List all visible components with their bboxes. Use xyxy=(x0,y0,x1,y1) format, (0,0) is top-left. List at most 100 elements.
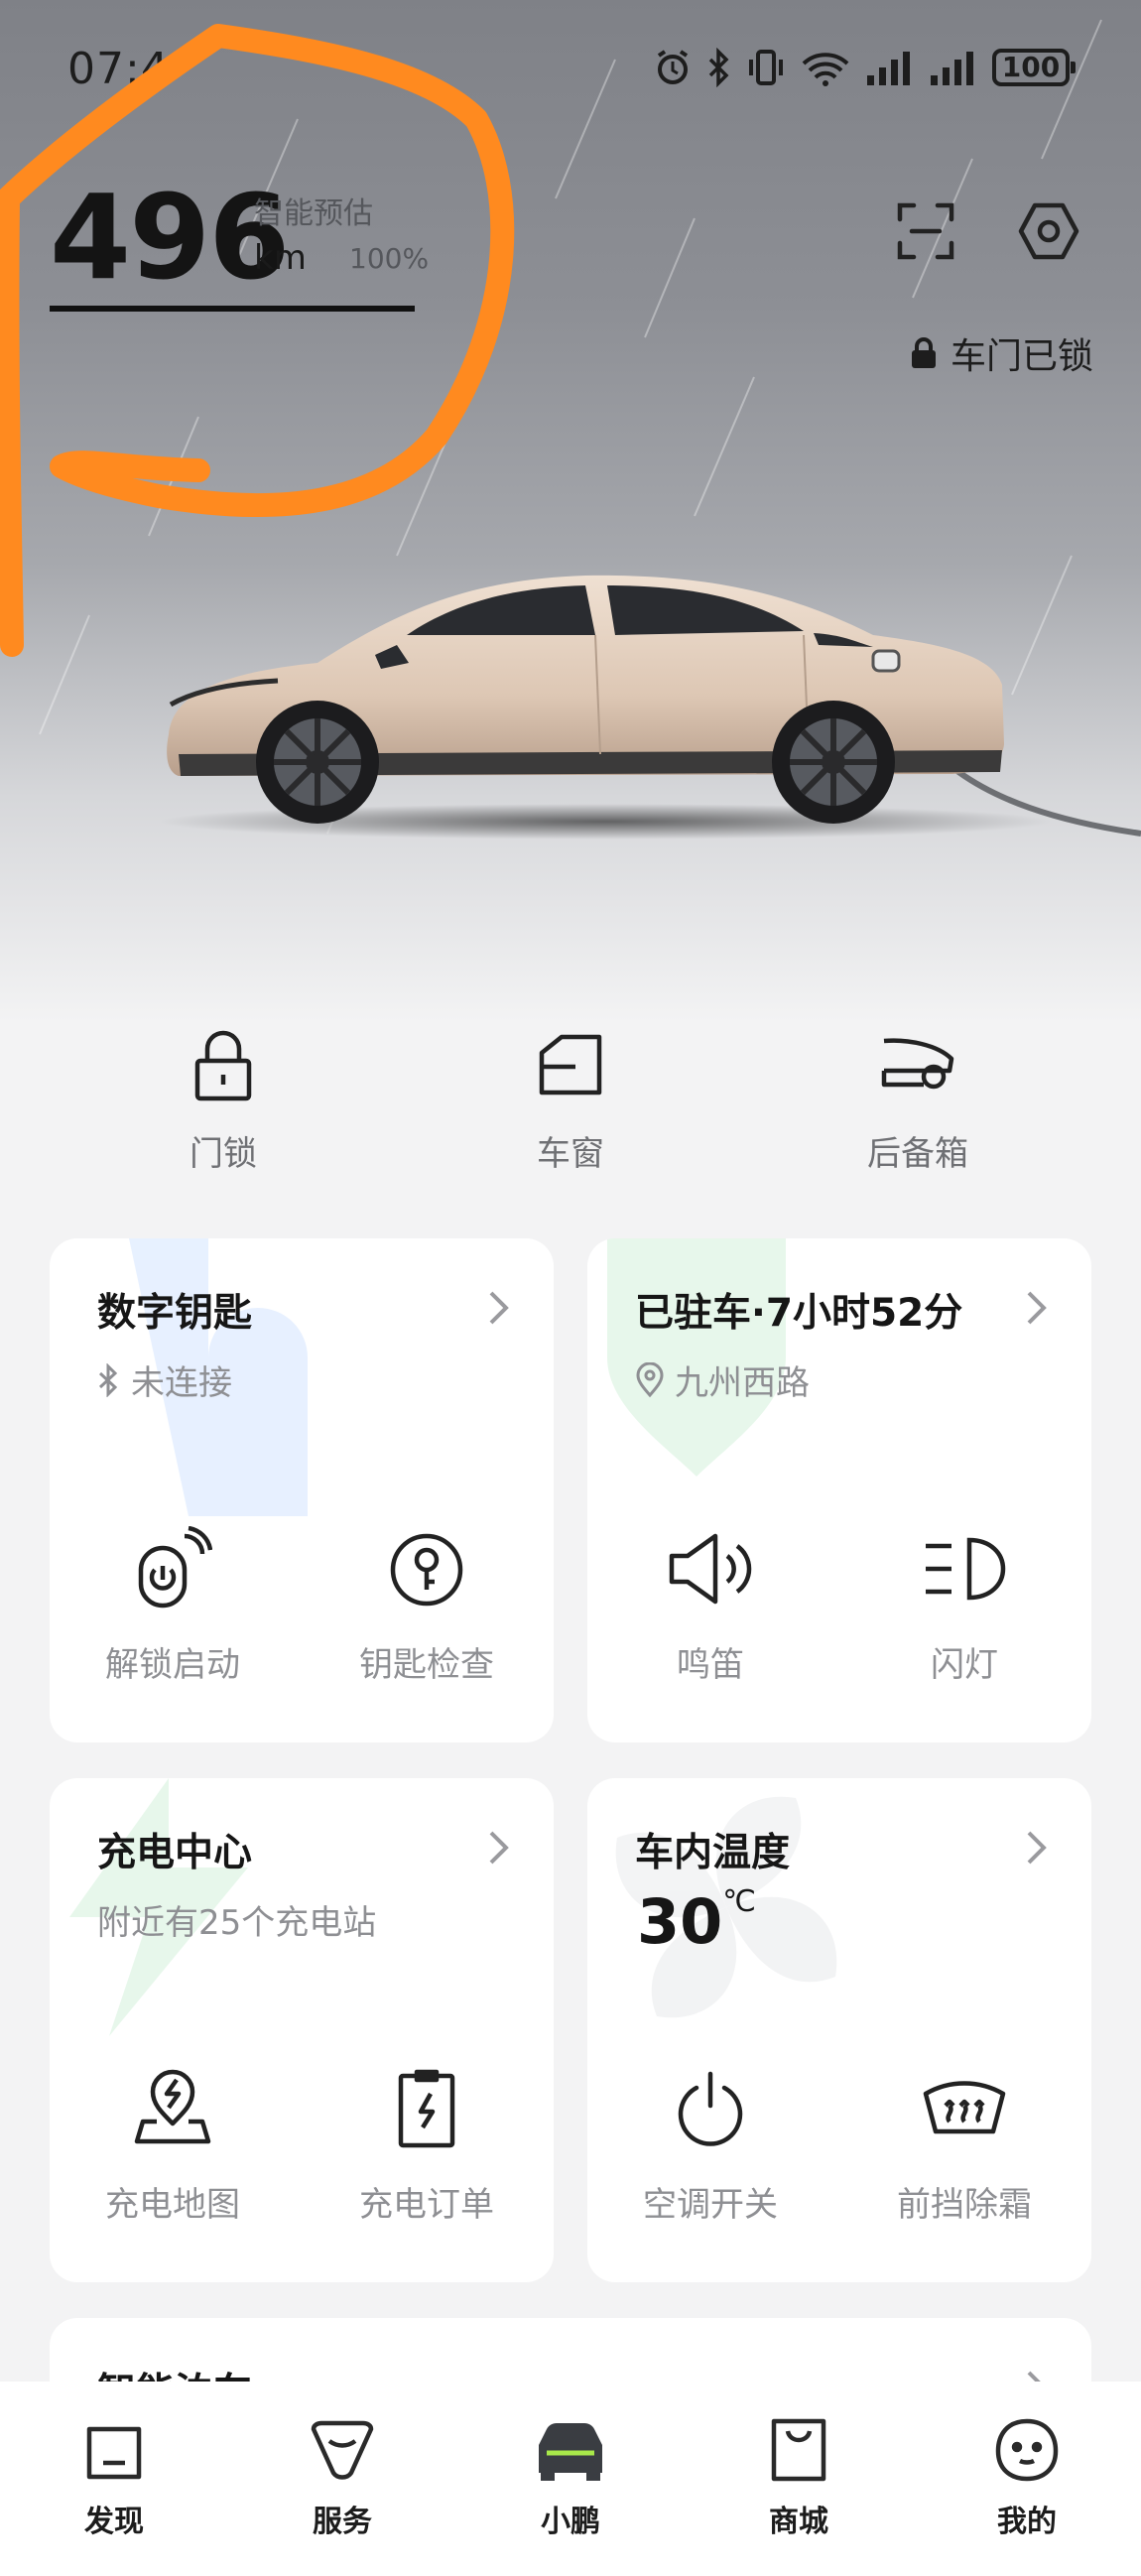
chevron-right-icon xyxy=(489,1291,509,1325)
charge-map-button[interactable]: 充电地图 xyxy=(73,2066,272,2226)
charging-nearby: 附近有25个充电站 xyxy=(97,1895,376,1944)
defrost-label: 前挡除霜 xyxy=(897,2185,1032,2225)
charge-order-button[interactable]: 充电订单 xyxy=(327,2066,526,2226)
hero-background xyxy=(0,0,1141,1022)
charging-nearby-text: 附近有25个充电站 xyxy=(97,1903,377,1943)
digital-key-card[interactable]: 数字钥匙 未连接 解锁启动 钥匙检查 xyxy=(50,1238,554,1742)
range-value: 496 xyxy=(50,169,290,306)
lock-small-icon xyxy=(911,337,936,368)
top-actions xyxy=(893,198,1081,264)
flash-light-button[interactable]: 闪灯 xyxy=(865,1526,1064,1686)
key-check-icon xyxy=(390,1533,463,1607)
charge-map-label: 充电地图 xyxy=(105,2185,240,2225)
range-unit: km xyxy=(254,238,307,278)
shop-icon xyxy=(771,2418,826,2482)
range-bar xyxy=(50,306,415,312)
flash-light-icon xyxy=(926,1537,1006,1601)
climate-title: 车内温度 xyxy=(635,1831,791,1875)
quick-window-label: 车窗 xyxy=(537,1134,604,1174)
ac-power-button[interactable]: 空调开关 xyxy=(611,2066,810,2226)
bottom-nav: 发现 服务 小鹏 商城 我的 xyxy=(0,2382,1141,2576)
digital-key-status-text: 未连接 xyxy=(131,1363,232,1403)
nav-shop-label: 商城 xyxy=(769,2505,828,2539)
quick-lock[interactable]: 门锁 xyxy=(124,1027,322,1175)
trunk-icon xyxy=(881,1038,954,1090)
range-label: 智能预估 xyxy=(254,196,373,231)
charging-title: 充电中心 xyxy=(97,1831,253,1875)
discover-icon xyxy=(86,2426,142,2480)
nav-discover-label: 发现 xyxy=(84,2505,144,2539)
quick-window[interactable]: 车窗 xyxy=(471,1027,670,1175)
unlock-start-icon xyxy=(138,1526,212,1609)
profile-icon xyxy=(995,2418,1059,2482)
chevron-right-icon xyxy=(1027,1831,1047,1865)
nav-profile-label: 我的 xyxy=(997,2505,1057,2539)
chevron-right-icon xyxy=(489,1831,509,1865)
rain-effect xyxy=(39,19,1102,835)
settings-button[interactable] xyxy=(1016,198,1081,264)
charge-order-icon xyxy=(398,2069,455,2148)
battery-indicator: 100 xyxy=(992,49,1076,86)
nav-service[interactable]: 服务 xyxy=(273,2415,412,2540)
cabin-temperature-value: 30 xyxy=(637,1885,723,1958)
car-image[interactable] xyxy=(159,556,1141,853)
range-display[interactable]: 496 智能预估 km 100% xyxy=(50,169,429,312)
unlock-start-label: 解锁启动 xyxy=(105,1645,240,1685)
parking-location-text: 九州西路 xyxy=(675,1363,810,1403)
horn-label: 鸣笛 xyxy=(677,1645,744,1685)
nav-service-label: 服务 xyxy=(313,2505,372,2539)
defrost-button[interactable]: 前挡除霜 xyxy=(865,2066,1064,2226)
nav-profile[interactable]: 我的 xyxy=(957,2415,1096,2540)
signal-icon xyxy=(867,52,910,85)
key-check-label: 钥匙检查 xyxy=(359,1645,494,1685)
cabin-temperature-unit: ℃ xyxy=(722,1884,756,1920)
bluetooth-icon xyxy=(708,48,729,87)
window-icon xyxy=(539,1034,602,1095)
nav-discover[interactable]: 发现 xyxy=(45,2415,184,2540)
bluetooth-icon xyxy=(98,1362,118,1397)
chevron-right-icon xyxy=(1027,1291,1047,1325)
digital-key-status: 未连接 xyxy=(97,1355,232,1404)
signal-icon-2 xyxy=(931,52,973,85)
horn-icon xyxy=(669,1533,752,1605)
parking-card[interactable]: 已驻车·7小时52分 九州西路 鸣笛 闪灯 xyxy=(587,1238,1091,1742)
gear-icon xyxy=(1018,202,1079,260)
status-bar: 07:4 100 xyxy=(0,40,1141,99)
scan-icon xyxy=(897,202,954,260)
key-check-button[interactable]: 钥匙检查 xyxy=(327,1526,526,1686)
defrost-icon xyxy=(923,2081,1006,2134)
parking-title: 已驻车·7小时52分 xyxy=(635,1291,963,1336)
wifi-icon xyxy=(802,53,849,86)
scan-button[interactable] xyxy=(893,198,958,264)
flash-light-label: 闪灯 xyxy=(931,1645,998,1685)
nav-xiaopeng-label: 小鹏 xyxy=(541,2505,600,2539)
quick-trunk-label: 后备箱 xyxy=(867,1134,968,1174)
range-percent: 100% xyxy=(349,242,430,275)
nav-xiaopeng[interactable]: 小鹏 xyxy=(501,2415,640,2540)
alarm-icon xyxy=(657,50,689,84)
charging-card[interactable]: 充电中心 附近有25个充电站 充电地图 充电订单 xyxy=(50,1778,554,2282)
location-pin-icon xyxy=(636,1361,664,1397)
power-icon xyxy=(678,2071,743,2146)
status-icons: 100 xyxy=(653,48,1076,87)
quick-trunk[interactable]: 后备箱 xyxy=(819,1027,1017,1175)
service-icon xyxy=(311,2420,374,2480)
vibrate-icon xyxy=(749,50,783,85)
lock-icon xyxy=(194,1030,252,1101)
climate-card[interactable]: 车内温度 30℃ 空调开关 前挡除霜 xyxy=(587,1778,1091,2282)
charge-map-icon xyxy=(134,2069,211,2144)
nav-shop[interactable]: 商城 xyxy=(729,2415,868,2540)
horn-button[interactable]: 鸣笛 xyxy=(611,1526,810,1686)
lock-status: 车门已锁 xyxy=(909,327,1093,379)
ac-power-label: 空调开关 xyxy=(643,2185,778,2225)
parking-location: 九州西路 xyxy=(635,1355,810,1404)
digital-key-title: 数字钥匙 xyxy=(97,1291,253,1336)
quick-controls: 门锁 车窗 后备箱 xyxy=(0,1027,1141,1206)
lock-status-text: 车门已锁 xyxy=(950,336,1093,377)
car-icon xyxy=(539,2423,602,2481)
charge-order-label: 充电订单 xyxy=(359,2185,494,2225)
quick-lock-label: 门锁 xyxy=(190,1134,257,1174)
cabin-temperature: 30℃ xyxy=(637,1884,756,1958)
status-time: 07:4 xyxy=(67,44,170,94)
unlock-start-button[interactable]: 解锁启动 xyxy=(73,1526,272,1686)
